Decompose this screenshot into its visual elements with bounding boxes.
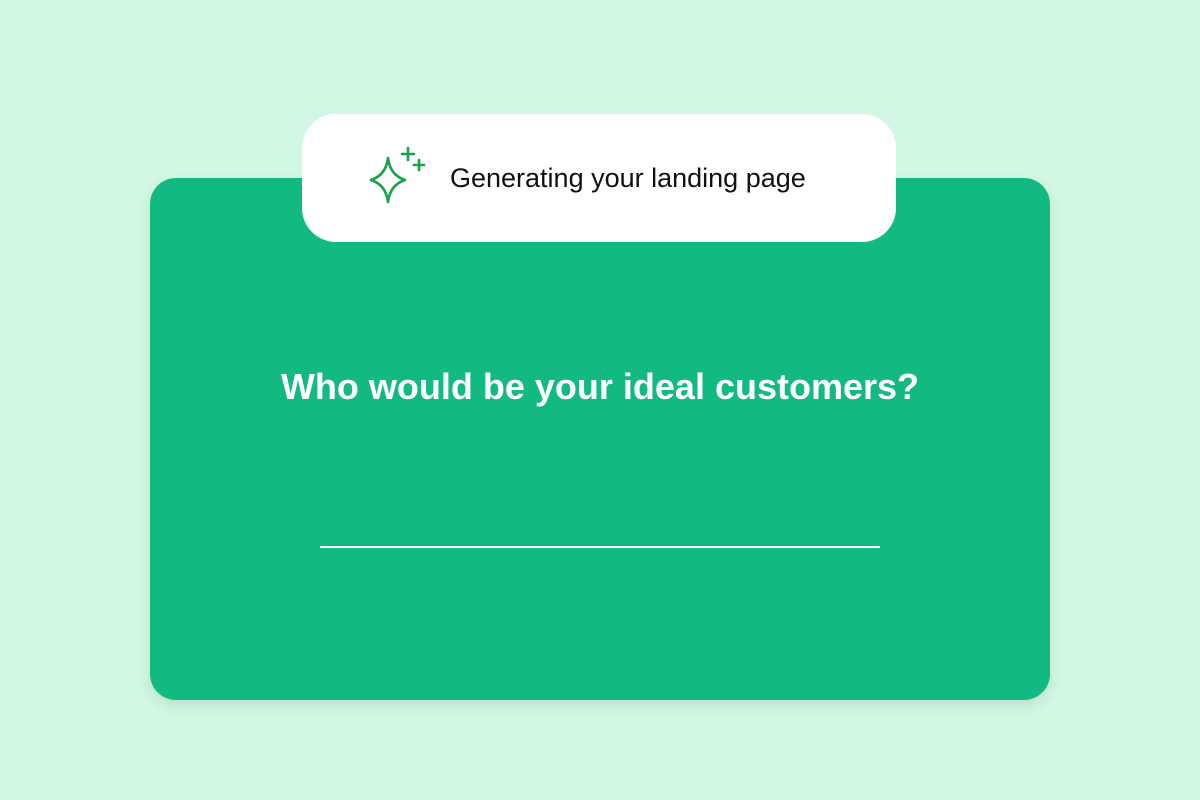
answer-input[interactable] bbox=[320, 508, 880, 548]
question-card: Who would be your ideal customers? bbox=[150, 178, 1050, 700]
sparkle-icon bbox=[369, 146, 426, 204]
generating-status-pill: Generating your landing page bbox=[302, 114, 896, 242]
question-text: Who would be your ideal customers? bbox=[280, 366, 920, 407]
status-text: Generating your landing page bbox=[450, 163, 806, 193]
